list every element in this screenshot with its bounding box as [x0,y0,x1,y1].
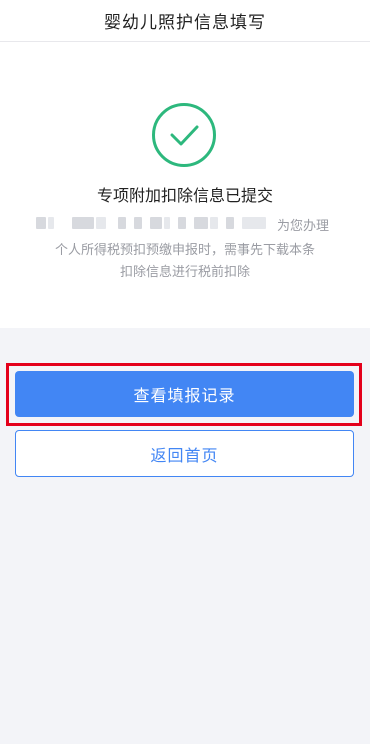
result-panel: 专项附加扣除信息已提交 为您办理 个人所得税预扣预缴申报时，需事先下载本条 扣除… [0,42,370,328]
redacted-name-blur [32,217,277,231]
status-title: 专项附加扣除信息已提交 [96,186,273,205]
check-circle-icon [152,103,216,167]
back-home-button[interactable]: 返回首页 [15,430,354,477]
view-records-button[interactable]: 查看填报记录 [15,371,354,417]
page-title: 婴幼儿照护信息填写 [104,13,266,33]
status-description-line: 扣除信息进行税前扣除 [119,265,250,280]
status-description-line: 个人所得税预扣预缴申报时，需事先下载本条 [54,243,315,258]
status-description-tail: 为您办理 [277,219,330,234]
app-header: 婴幼儿照护信息填写 [0,0,370,42]
bottom-bar [0,744,370,755]
